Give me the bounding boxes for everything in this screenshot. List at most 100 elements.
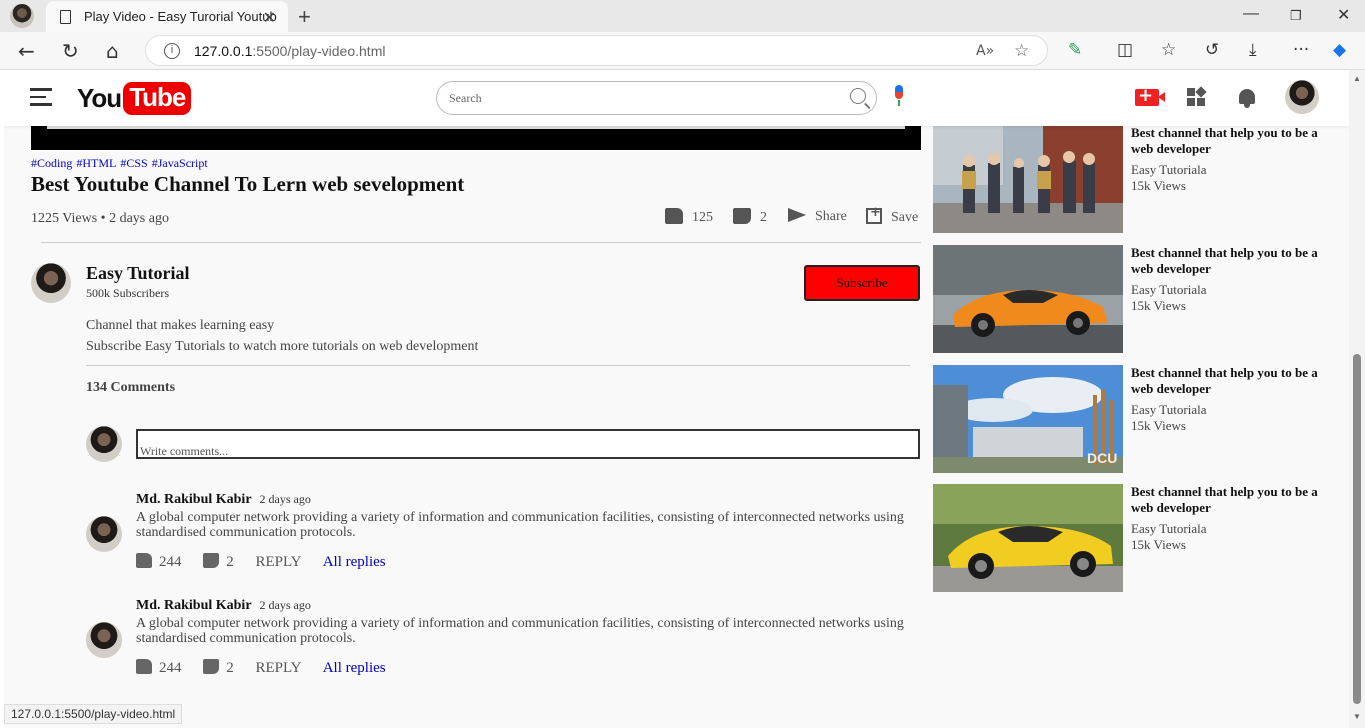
favorite-star-icon[interactable]: ☆ xyxy=(1014,41,1029,61)
reply-button[interactable]: REPLY xyxy=(256,660,301,676)
thumbs-up-icon xyxy=(136,553,152,568)
youtube-navbar: You Tube Search xyxy=(4,70,1349,126)
sidebar-video-title[interactable]: Best channel that help you to be a web d… xyxy=(1131,365,1327,397)
comment-author-avatar[interactable] xyxy=(86,622,122,658)
user-avatar[interactable] xyxy=(1285,80,1319,114)
favorites-icon[interactable]: ☆ xyxy=(1161,40,1176,60)
browser-chrome: Play Video - Easy Turorial Youtub ✕ + — … xyxy=(0,0,1365,70)
video-thumbnail[interactable]: DCU xyxy=(933,365,1123,473)
close-tab-icon[interactable]: ✕ xyxy=(263,8,276,28)
home-icon[interactable]: ⌂ xyxy=(106,39,119,63)
extension-pen-icon[interactable]: ✎ xyxy=(1068,40,1082,60)
dislike-button[interactable]: 2 xyxy=(733,208,767,226)
all-replies-link[interactable]: All replies xyxy=(323,660,386,676)
comment-actions: 244 2 REPLY All replies xyxy=(136,553,386,571)
tag-link[interactable]: #Coding xyxy=(31,156,72,170)
sidebar-video-views: 15k Views xyxy=(1131,418,1186,433)
channel-avatar[interactable] xyxy=(31,263,71,303)
active-tab[interactable]: Play Video - Easy Turorial Youtub ✕ xyxy=(46,1,288,32)
thumbs-down-icon xyxy=(203,659,220,674)
downloads-icon[interactable]: ⤓ xyxy=(1249,40,1257,60)
sidebar-video-title[interactable]: Best channel that help you to be a web d… xyxy=(1131,125,1327,157)
create-video-icon[interactable] xyxy=(1135,85,1165,106)
thumbs-down-icon xyxy=(203,553,220,568)
sidebar-video-views: 15k Views xyxy=(1131,537,1186,552)
video-player[interactable] xyxy=(31,122,921,150)
page-scrollbar[interactable]: ▲ ▼ xyxy=(1349,70,1365,728)
reload-icon[interactable]: ↻ xyxy=(62,39,79,63)
campus-sign: DCU xyxy=(1087,450,1117,466)
scroll-up-arrow-icon[interactable]: ▲ xyxy=(1353,74,1361,83)
read-aloud-icon[interactable]: A» xyxy=(976,43,994,59)
comment-text: A global computer network providing a va… xyxy=(136,616,904,646)
hamburger-menu-icon[interactable] xyxy=(30,88,52,106)
comment-time: 2 days ago xyxy=(259,598,311,612)
video-title: Best Youtube Channel To Lern web sevelop… xyxy=(31,172,465,196)
new-tab-button[interactable]: + xyxy=(298,4,311,30)
all-replies-link[interactable]: All replies xyxy=(323,554,386,570)
campus-building-thumbnail: DCU xyxy=(933,365,1123,473)
sidebar-video-channel: Easy Tutoriala xyxy=(1131,162,1207,177)
browser-toolbar: ← ↻ ⌂ i 127.0.0.1:5500/play-video.html A… xyxy=(0,32,1365,70)
comment-author-avatar[interactable] xyxy=(86,516,122,552)
save-button[interactable]: Save xyxy=(866,205,918,226)
more-menu-icon[interactable]: ··· xyxy=(1293,40,1309,60)
subscribe-button[interactable]: Subscribe xyxy=(804,265,920,301)
commenter-avatar xyxy=(86,426,122,462)
comment-like-button[interactable]: 244 xyxy=(136,553,182,570)
comment-input[interactable]: Write comments... xyxy=(136,429,920,459)
comment-item: Md. Rakibul Kabir 2 days ago A global com… xyxy=(86,492,916,582)
tag-link[interactable]: #JavaScript xyxy=(152,156,208,170)
window-close-icon[interactable]: ✕ xyxy=(1337,5,1350,25)
channel-name[interactable]: Easy Tutorial xyxy=(86,263,190,284)
yellow-car-thumbnail xyxy=(933,484,1123,592)
video-tags: #Coding #HTML #CSS #JavaScript xyxy=(31,156,212,171)
search-icon[interactable] xyxy=(850,88,866,104)
youtube-logo[interactable]: You Tube xyxy=(77,81,192,115)
minimize-icon[interactable]: — xyxy=(1243,5,1259,23)
copilot-icon[interactable]: ◆ xyxy=(1333,40,1346,60)
reply-button[interactable]: REPLY xyxy=(256,554,301,570)
link-status-bar: 127.0.0.1:5500/play-video.html xyxy=(4,704,183,724)
search-input[interactable]: Search xyxy=(449,91,482,106)
comment-dislike-button[interactable]: 2 xyxy=(203,659,234,676)
search-box[interactable]: Search xyxy=(436,81,877,115)
comment-count: 134 Comments xyxy=(86,380,176,395)
video-thumbnail[interactable] xyxy=(933,245,1123,353)
thumbs-down-icon xyxy=(733,208,751,224)
channel-description-line: Channel that makes learning easy xyxy=(86,318,275,333)
address-bar[interactable]: i 127.0.0.1:5500/play-video.html A» ☆ xyxy=(145,35,1048,66)
microphone-icon[interactable] xyxy=(893,85,905,106)
scroll-down-arrow-icon[interactable]: ▼ xyxy=(1353,712,1361,721)
sidebar-video[interactable]: Best channel that help you to be a web d… xyxy=(933,245,1333,353)
tag-link[interactable]: #CSS xyxy=(120,156,147,170)
sidebar-video-title[interactable]: Best channel that help you to be a web d… xyxy=(1131,484,1327,516)
profile-avatar[interactable] xyxy=(10,4,34,28)
thumbs-up-icon xyxy=(136,659,152,674)
site-info-icon[interactable]: i xyxy=(164,43,180,59)
comment-author: Md. Rakibul Kabir 2 days ago xyxy=(136,492,311,507)
history-icon[interactable]: ↺ xyxy=(1205,40,1219,60)
scrollbar-thumb[interactable] xyxy=(1353,354,1361,704)
share-button[interactable]: Share xyxy=(788,208,847,225)
sidebar-video[interactable]: DCU Best channel that help you to be a w… xyxy=(933,365,1333,473)
comment-author: Md. Rakibul Kabir 2 days ago xyxy=(136,598,311,613)
comment-like-button[interactable]: 244 xyxy=(136,659,182,676)
notifications-bell-icon[interactable] xyxy=(1238,87,1256,108)
channel-description-line: Subscribe Easy Tutorials to watch more t… xyxy=(86,339,479,354)
video-thumbnail[interactable] xyxy=(933,125,1123,233)
url-text: 127.0.0.1:5500/play-video.html xyxy=(194,43,386,59)
split-screen-icon[interactable]: ◫ xyxy=(1117,40,1133,60)
like-button[interactable]: 125 xyxy=(665,208,713,226)
comment-dislike-button[interactable]: 2 xyxy=(203,553,234,570)
sidebar-video[interactable]: Best channel that help you to be a web d… xyxy=(933,484,1333,592)
video-thumbnail[interactable] xyxy=(933,484,1123,592)
video-progress-bar[interactable] xyxy=(47,126,905,129)
apps-icon[interactable] xyxy=(1187,86,1207,108)
tab-strip: Play Video - Easy Turorial Youtub ✕ + — … xyxy=(0,0,1365,32)
sidebar-video[interactable]: Best channel that help you to be a web d… xyxy=(933,125,1333,233)
restore-icon[interactable]: ❐ xyxy=(1290,8,1302,24)
back-icon[interactable]: ← xyxy=(18,39,35,63)
sidebar-video-title[interactable]: Best channel that help you to be a web d… xyxy=(1131,245,1327,277)
tag-link[interactable]: #HTML xyxy=(76,156,116,170)
